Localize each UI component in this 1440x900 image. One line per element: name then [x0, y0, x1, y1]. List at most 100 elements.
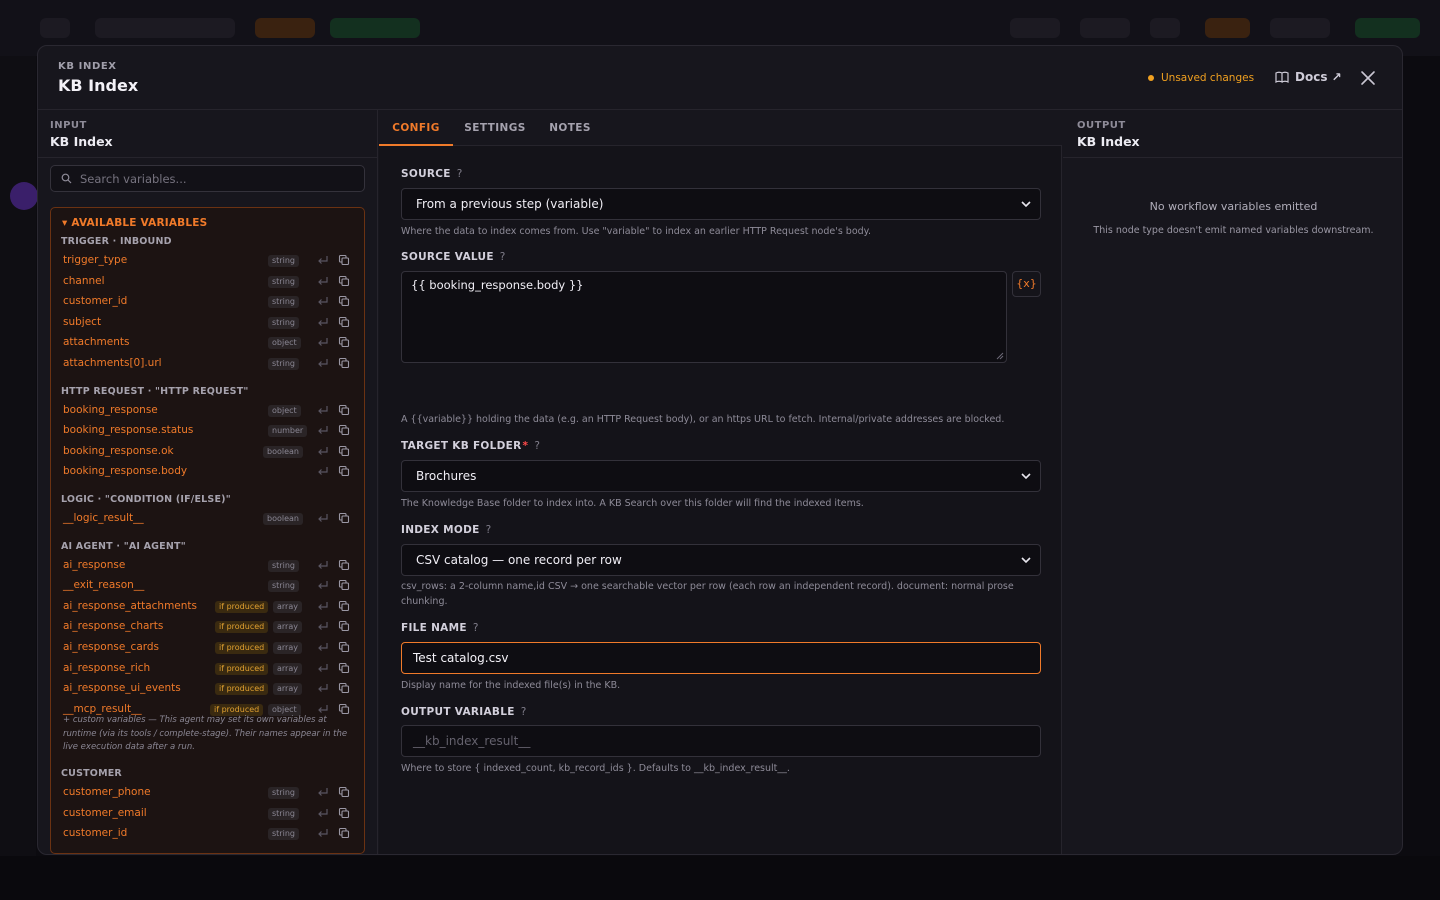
variable-name[interactable]: ai_response_ui_events	[63, 682, 181, 694]
insert-variable-icon[interactable]	[316, 403, 330, 417]
copy-icon[interactable]	[338, 445, 350, 457]
copy-icon[interactable]	[338, 827, 350, 839]
variable-name[interactable]: channel	[63, 275, 105, 287]
insert-variable-icon[interactable]	[316, 356, 330, 370]
copy-icon[interactable]	[338, 641, 350, 653]
copy-icon[interactable]	[338, 662, 350, 674]
variable-name[interactable]: attachments[0].url	[63, 357, 162, 369]
insert-variable-icon[interactable]	[316, 511, 330, 525]
insert-variable-icon[interactable]	[316, 806, 330, 820]
variable-name[interactable]: booking_response.status	[63, 424, 193, 436]
variable-row[interactable]: subject string	[63, 315, 353, 331]
variable-row[interactable]: customer_id string	[63, 294, 353, 310]
docs-link[interactable]: Docs ↗	[1275, 70, 1342, 84]
variable-name[interactable]: booking_response	[63, 404, 158, 416]
insert-variable-icon[interactable]	[316, 661, 330, 675]
variable-name[interactable]: attachments	[63, 336, 129, 348]
variable-name[interactable]: customer_id	[63, 827, 127, 839]
copy-icon[interactable]	[338, 275, 350, 287]
insert-variable-icon[interactable]	[316, 464, 330, 478]
variable-row[interactable]: attachments object	[63, 335, 353, 351]
insert-variable-icon[interactable]	[316, 619, 330, 633]
help-icon[interactable]: ?	[486, 524, 492, 536]
help-icon[interactable]: ?	[473, 622, 479, 634]
search-input[interactable]	[80, 171, 350, 186]
tab-settings[interactable]: SETTINGS	[459, 110, 531, 146]
variable-name[interactable]: ai_response_rich	[63, 662, 150, 674]
source-value-textarea[interactable]: {{ booking_response.body }}	[401, 271, 1007, 363]
variable-name[interactable]: __mcp_result__	[63, 703, 142, 715]
target-folder-select[interactable]: Brochures	[401, 460, 1041, 492]
insert-variable-icon[interactable]	[316, 599, 330, 613]
output-variable-input[interactable]: __kb_index_result__	[401, 725, 1041, 757]
copy-icon[interactable]	[338, 682, 350, 694]
copy-icon[interactable]	[338, 254, 350, 266]
insert-variable-icon[interactable]	[316, 294, 330, 308]
help-icon[interactable]: ?	[457, 168, 463, 180]
variable-row[interactable]: ai_response_cards array if produced	[63, 640, 353, 656]
variable-row[interactable]: booking_response object	[63, 403, 353, 419]
variable-name[interactable]: customer_email	[63, 807, 147, 819]
variable-row[interactable]: customer_id string	[63, 826, 353, 842]
file-name-input[interactable]: Test catalog.csv	[401, 642, 1041, 674]
variable-row[interactable]: ai_response_charts array if produced	[63, 619, 353, 635]
insert-variable-button[interactable]: {x}	[1012, 271, 1041, 297]
copy-icon[interactable]	[338, 512, 350, 524]
variable-name[interactable]: booking_response.ok	[63, 445, 174, 457]
resize-handle-icon[interactable]	[996, 352, 1004, 360]
tab-config[interactable]: CONFIG	[379, 110, 453, 146]
variable-row[interactable]: ai_response_attachments array if produced	[63, 599, 353, 615]
insert-variable-icon[interactable]	[316, 681, 330, 695]
copy-icon[interactable]	[338, 424, 350, 436]
variable-name[interactable]: booking_response.body	[63, 465, 187, 477]
variable-name[interactable]: subject	[63, 316, 101, 328]
variable-name[interactable]: customer_id	[63, 295, 127, 307]
insert-variable-icon[interactable]	[316, 335, 330, 349]
variable-row[interactable]: attachments[0].url string	[63, 356, 353, 372]
copy-icon[interactable]	[338, 295, 350, 307]
insert-variable-icon[interactable]	[316, 315, 330, 329]
variable-name[interactable]: ai_response_charts	[63, 620, 163, 632]
variable-row[interactable]: __exit_reason__ string	[63, 578, 353, 594]
tab-notes[interactable]: NOTES	[541, 110, 599, 146]
variable-row[interactable]: ai_response_rich array if produced	[63, 661, 353, 677]
insert-variable-icon[interactable]	[316, 274, 330, 288]
insert-variable-icon[interactable]	[316, 826, 330, 840]
variable-row[interactable]: ai_response_ui_events array if produced	[63, 681, 353, 697]
index-mode-select[interactable]: CSV catalog — one record per row	[401, 544, 1041, 576]
variable-row[interactable]: __logic_result__ boolean	[63, 511, 353, 527]
insert-variable-icon[interactable]	[316, 253, 330, 267]
variable-name[interactable]: ai_response_cards	[63, 641, 159, 653]
variable-row[interactable]: booking_response.status number	[63, 423, 353, 439]
variable-row[interactable]: trigger_type string	[63, 253, 353, 269]
insert-variable-icon[interactable]	[316, 578, 330, 592]
insert-variable-icon[interactable]	[316, 640, 330, 654]
copy-icon[interactable]	[338, 404, 350, 416]
copy-icon[interactable]	[338, 807, 350, 819]
copy-icon[interactable]	[338, 579, 350, 591]
variable-name[interactable]: customer_phone	[63, 786, 151, 798]
copy-icon[interactable]	[338, 316, 350, 328]
copy-icon[interactable]	[338, 465, 350, 477]
variable-row[interactable]: channel string	[63, 274, 353, 290]
copy-icon[interactable]	[338, 786, 350, 798]
copy-icon[interactable]	[338, 600, 350, 612]
insert-variable-icon[interactable]	[316, 444, 330, 458]
insert-variable-icon[interactable]	[316, 785, 330, 799]
variable-name[interactable]: __exit_reason__	[63, 579, 144, 591]
variable-row[interactable]: customer_phone string	[63, 785, 353, 801]
insert-variable-icon[interactable]	[316, 423, 330, 437]
variable-row[interactable]: ai_response string	[63, 558, 353, 574]
copy-icon[interactable]	[338, 559, 350, 571]
insert-variable-icon[interactable]	[316, 558, 330, 572]
variable-name[interactable]: ai_response_attachments	[63, 600, 197, 612]
copy-icon[interactable]	[338, 620, 350, 632]
help-icon[interactable]: ?	[521, 706, 527, 718]
variable-row[interactable]: booking_response.ok boolean	[63, 444, 353, 460]
variable-name[interactable]: __logic_result__	[63, 512, 144, 524]
close-icon[interactable]	[1358, 68, 1378, 88]
variable-row[interactable]: customer_email string	[63, 806, 353, 822]
variable-name[interactable]: trigger_type	[63, 254, 127, 266]
copy-icon[interactable]	[338, 336, 350, 348]
source-select[interactable]: From a previous step (variable)	[401, 188, 1041, 220]
